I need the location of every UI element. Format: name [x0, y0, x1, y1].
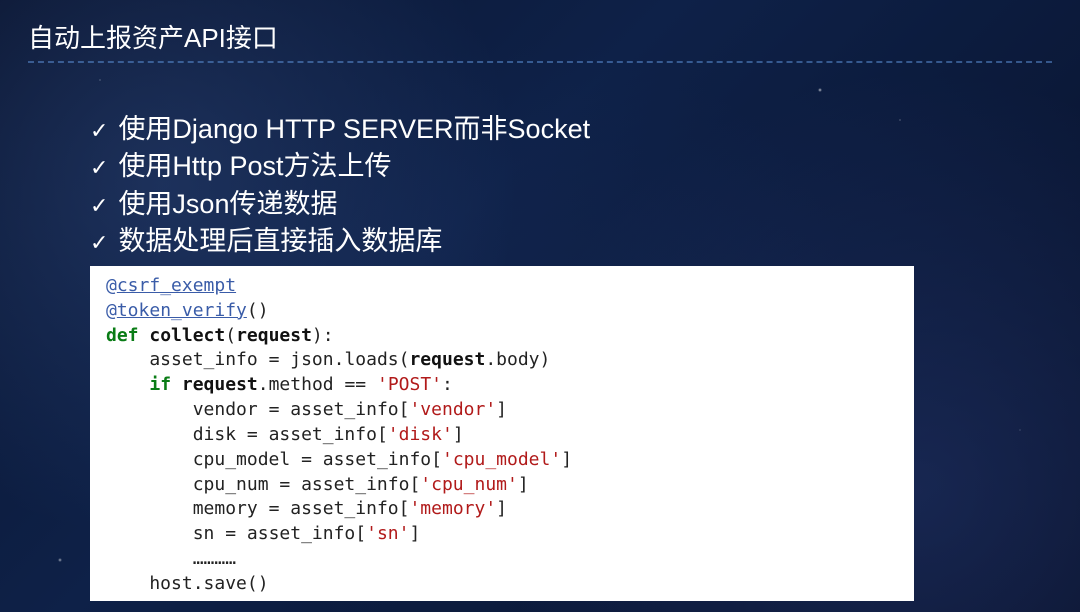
code-token: ):	[312, 325, 334, 346]
code-token: 'POST'	[377, 374, 442, 395]
bullet-item: ✓ 数据处理后直接插入数据库	[90, 223, 1052, 260]
code-token: request	[236, 325, 312, 346]
checkmark-icon: ✓	[90, 228, 108, 258]
bullet-item: ✓ 使用Json传递数据	[90, 186, 1052, 223]
code-token: if	[149, 374, 171, 395]
code-token: ]	[496, 498, 507, 519]
code-token: @	[106, 275, 117, 296]
checkmark-icon: ✓	[90, 153, 108, 183]
code-token: …………	[106, 548, 236, 569]
code-token: json	[279, 349, 333, 370]
code-token: 'memory'	[409, 498, 496, 519]
checkmark-icon: ✓	[90, 191, 108, 221]
code-token: .	[258, 374, 269, 395]
code-token: ]	[409, 523, 420, 544]
code-token: asset_info	[312, 449, 431, 470]
code-token: asset_info	[106, 349, 269, 370]
code-token	[106, 374, 149, 395]
code-token: token_verify	[117, 300, 247, 321]
code-token: [	[431, 449, 442, 470]
code-token: body	[496, 349, 539, 370]
code-token: =	[269, 498, 280, 519]
code-token: 'vendor'	[409, 399, 496, 420]
code-token: asset_info	[290, 474, 409, 495]
code-token: =	[301, 449, 312, 470]
code-token: csrf_exempt	[117, 275, 236, 296]
code-token	[366, 374, 377, 395]
code-token: method	[269, 374, 345, 395]
code-token: ()	[247, 573, 269, 594]
slide-title: 自动上报资产API接口	[28, 18, 1052, 61]
code-token: [	[399, 399, 410, 420]
code-token: asset_info	[279, 399, 398, 420]
code-token: host	[106, 573, 193, 594]
code-token: loads	[344, 349, 398, 370]
code-token: asset_info	[258, 424, 377, 445]
code-token: cpu_num	[106, 474, 279, 495]
code-token: [	[355, 523, 366, 544]
code-token: asset_info	[236, 523, 355, 544]
code-token: 'cpu_model'	[442, 449, 561, 470]
code-token: =	[269, 399, 280, 420]
checkmark-icon: ✓	[90, 116, 108, 146]
code-block: @csrf_exempt @token_verify() def collect…	[90, 266, 914, 601]
code-token: =	[269, 349, 280, 370]
code-token: def	[106, 325, 139, 346]
bullet-list: ✓ 使用Django HTTP SERVER而非Socket ✓ 使用Http …	[28, 111, 1052, 260]
code-token: 'cpu_num'	[420, 474, 518, 495]
code-token: asset_info	[279, 498, 398, 519]
code-token: 'sn'	[366, 523, 409, 544]
code-token: .	[334, 349, 345, 370]
code-token: request	[409, 349, 485, 370]
bullet-item: ✓ 使用Django HTTP SERVER而非Socket	[90, 111, 1052, 148]
code-token: .	[193, 573, 204, 594]
bullet-item: ✓ 使用Http Post方法上传	[90, 148, 1052, 185]
code-token: =	[247, 424, 258, 445]
code-token: =	[279, 474, 290, 495]
code-token: =	[225, 523, 236, 544]
code-token: disk	[106, 424, 247, 445]
code-token: request	[171, 374, 258, 395]
title-divider	[28, 61, 1052, 63]
code-token: ]	[453, 424, 464, 445]
code-token: @	[106, 300, 117, 321]
code-token: 'disk'	[388, 424, 453, 445]
code-token: :	[442, 374, 453, 395]
code-token: (	[399, 349, 410, 370]
code-token: save	[204, 573, 247, 594]
code-token: ==	[344, 374, 366, 395]
code-token: ()	[247, 300, 269, 321]
code-token: [	[409, 474, 420, 495]
code-token: [	[399, 498, 410, 519]
code-token: ]	[561, 449, 572, 470]
bullet-text: 使用Django HTTP SERVER而非Socket	[118, 111, 590, 148]
code-token: cpu_model	[106, 449, 301, 470]
code-token: ]	[496, 399, 507, 420]
code-token: .	[485, 349, 496, 370]
bullet-text: 数据处理后直接插入数据库	[118, 223, 442, 260]
code-token: (	[225, 325, 236, 346]
code-token: sn	[106, 523, 225, 544]
code-token: vendor	[106, 399, 269, 420]
bullet-text: 使用Http Post方法上传	[118, 148, 391, 185]
code-token: [	[377, 424, 388, 445]
code-token: memory	[106, 498, 269, 519]
code-token: ]	[518, 474, 529, 495]
bullet-text: 使用Json传递数据	[118, 186, 337, 223]
code-token: collect	[139, 325, 226, 346]
code-token: )	[540, 349, 551, 370]
